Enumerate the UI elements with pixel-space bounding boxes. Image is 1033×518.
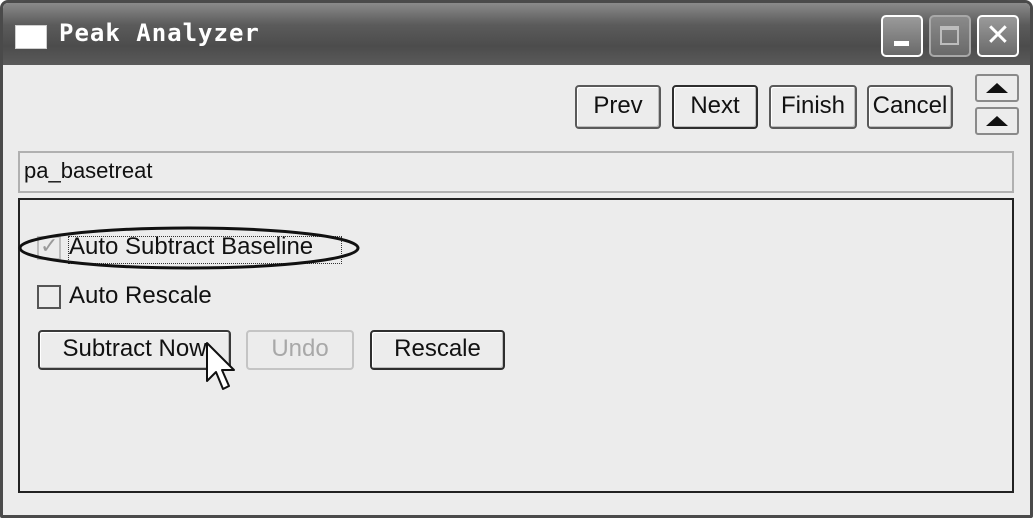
subtract-now-button[interactable]: Subtract Now xyxy=(38,330,231,370)
checkmark-icon: ✓ xyxy=(40,234,59,259)
page-name-field: pa_basetreat xyxy=(18,151,1014,193)
peak-analyzer-window: Peak Analyzer ✕ Prev Next Finish Cancel … xyxy=(0,0,1033,518)
arrow-up-icon xyxy=(986,83,1008,93)
auto-rescale-label[interactable]: Auto Rescale xyxy=(69,282,212,310)
next-button[interactable]: Next xyxy=(672,85,758,129)
window-app-icon xyxy=(15,25,47,49)
maximize-icon xyxy=(940,26,959,45)
rescale-button[interactable]: Rescale xyxy=(370,330,505,370)
minimize-icon xyxy=(894,41,909,46)
checkbox-box: ✓ xyxy=(37,234,61,260)
arrow-up-icon xyxy=(986,116,1008,126)
prev-button[interactable]: Prev xyxy=(575,85,661,129)
maximize-button xyxy=(929,15,971,57)
checkbox-box[interactable] xyxy=(37,285,61,309)
close-icon: ✕ xyxy=(985,18,1011,53)
title-bar[interactable]: Peak Analyzer ✕ xyxy=(3,3,1030,65)
auto-subtract-baseline-label: Auto Subtract Baseline xyxy=(69,233,314,260)
minimize-button[interactable] xyxy=(881,15,923,57)
spin-down-button[interactable] xyxy=(975,107,1019,135)
spin-up-button[interactable] xyxy=(975,74,1019,102)
close-button[interactable]: ✕ xyxy=(977,15,1019,57)
finish-button[interactable]: Finish xyxy=(769,85,857,129)
window-title: Peak Analyzer xyxy=(59,19,260,47)
undo-button: Undo xyxy=(246,330,354,370)
cancel-button[interactable]: Cancel xyxy=(867,85,953,129)
